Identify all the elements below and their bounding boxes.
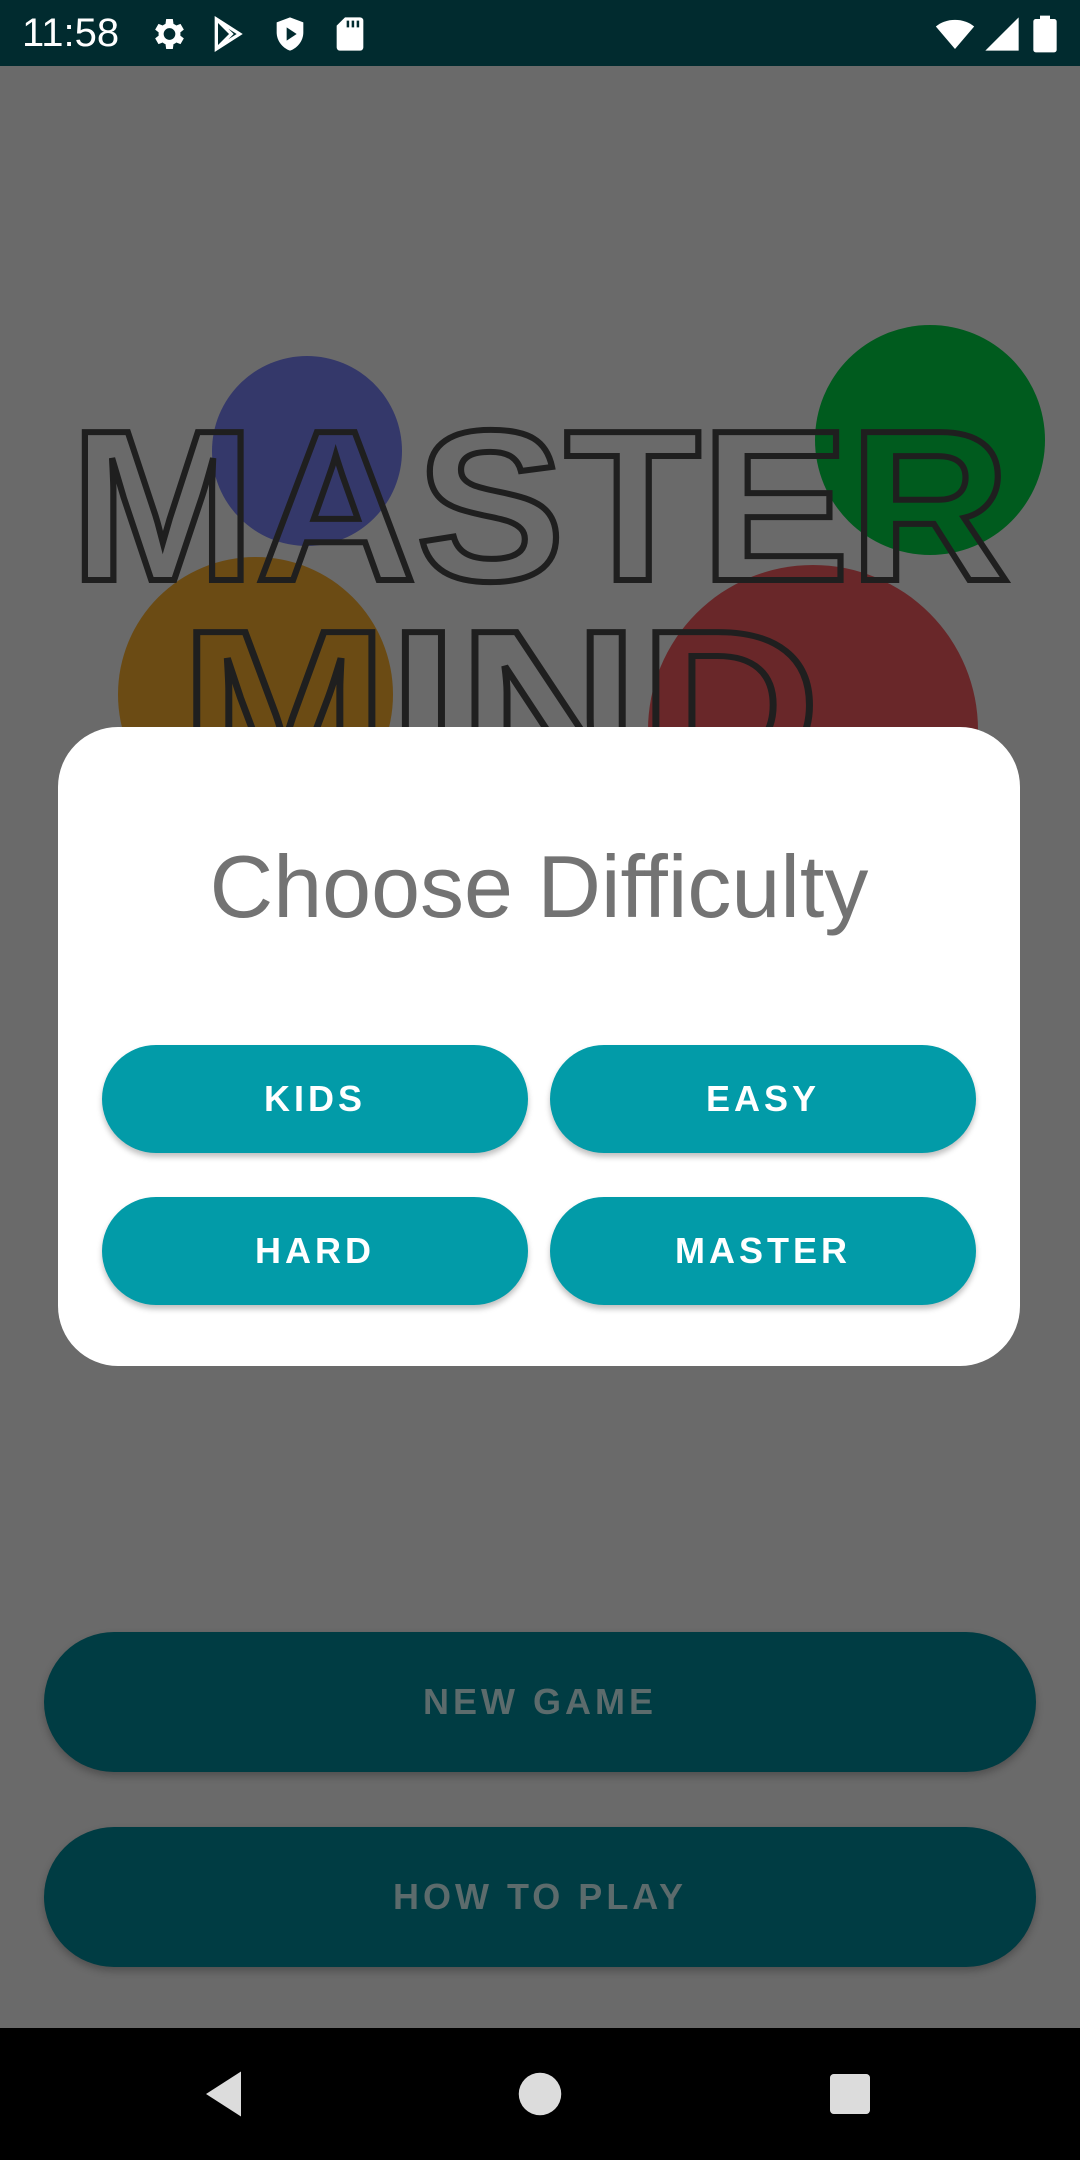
play-store-icon [208,14,248,54]
back-icon[interactable] [196,2064,256,2124]
recents-icon[interactable] [820,2064,880,2124]
new-game-button[interactable]: NEW GAME [44,1632,1036,1772]
home-icon[interactable] [510,2064,570,2124]
kids-button[interactable]: KIDS [102,1045,528,1153]
hard-button[interactable]: HARD [102,1197,528,1305]
status-bar: 11:58 [0,0,1080,66]
battery-icon [1030,14,1060,54]
easy-button[interactable]: EASY [550,1045,976,1153]
game-logo: MASTER MIND [67,382,1013,760]
difficulty-dialog: Choose Difficulty KIDS EASY HARD MASTER [58,727,1020,1366]
how-to-play-button[interactable]: HOW TO PLAY [44,1827,1036,1967]
wifi-icon [932,14,978,54]
dialog-title: Choose Difficulty [209,837,869,936]
navigation-bar [0,2028,1080,2160]
master-button[interactable]: MASTER [550,1197,976,1305]
shield-play-icon [270,14,310,54]
gear-icon [148,14,188,54]
sd-card-icon [330,14,370,54]
status-time: 11:58 [22,11,120,55]
signal-icon [982,14,1022,54]
